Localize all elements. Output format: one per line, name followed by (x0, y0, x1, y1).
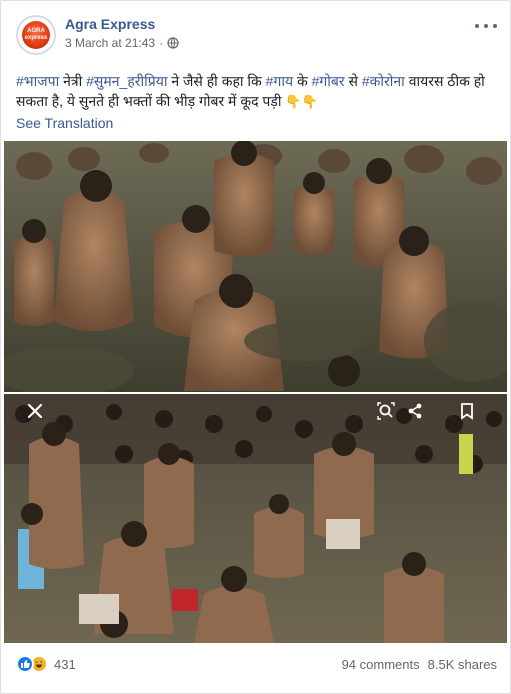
share-icon[interactable] (404, 400, 426, 422)
crowd-in-dung-photo[interactable] (4, 141, 507, 392)
bookmark-icon[interactable] (456, 400, 478, 422)
post-text-segment: से (344, 73, 362, 89)
shares-count-link[interactable]: 8.5K shares (428, 657, 497, 672)
post-text-segment: ने जैसे ही कहा कि (167, 73, 266, 89)
globe-icon[interactable] (167, 37, 179, 49)
close-icon[interactable] (24, 400, 46, 422)
reaction-count: 431 (54, 656, 76, 672)
hashtag-link[interactable]: #गाय (266, 73, 293, 89)
post-header: AGRA express Agra Express 3 March at 21:… (16, 15, 497, 61)
post-footer: 431 94 comments 8.5K shares (16, 653, 497, 675)
post-timestamp[interactable]: 3 March at 21:43 (65, 36, 155, 50)
hashtag-link[interactable]: #सुमन_हरीप्रिया (86, 73, 167, 89)
post-stats: 94 comments 8.5K shares (342, 657, 497, 672)
post-text-segment: के (293, 73, 312, 89)
more-options-icon[interactable] (475, 19, 497, 33)
comments-count-link[interactable]: 94 comments (342, 657, 420, 672)
camera-search-icon[interactable] (375, 400, 397, 422)
page-name-link[interactable]: Agra Express (65, 16, 155, 32)
hashtag-link[interactable]: #भाजपा (16, 73, 59, 89)
post-card: AGRA express Agra Express 3 March at 21:… (0, 0, 511, 694)
crowd-in-dung-photo-screenshot[interactable] (4, 394, 507, 643)
see-translation-link[interactable]: See Translation (16, 115, 113, 131)
post-body-text: #भाजपा नेत्री #सुमन_हरीप्रिया ने जैसे ही… (16, 73, 485, 109)
post-meta: 3 March at 21:43 · (65, 36, 179, 50)
meta-separator: · (159, 36, 164, 50)
pointing-down-emoji: 👇👇 (285, 94, 318, 109)
agra-express-logo: AGRA express (22, 21, 50, 49)
post-text-segment: नेत्री (59, 73, 87, 89)
reactions-summary[interactable]: 431 (16, 655, 76, 673)
hashtag-link[interactable]: #कोरोना (362, 73, 405, 89)
post-text: #भाजपा नेत्री #सुमन_हरीप्रिया ने जैसे ही… (16, 71, 506, 112)
like-icon (16, 655, 34, 673)
hashtag-link[interactable]: #गोबर (312, 73, 345, 89)
page-avatar[interactable]: AGRA express (16, 15, 56, 55)
